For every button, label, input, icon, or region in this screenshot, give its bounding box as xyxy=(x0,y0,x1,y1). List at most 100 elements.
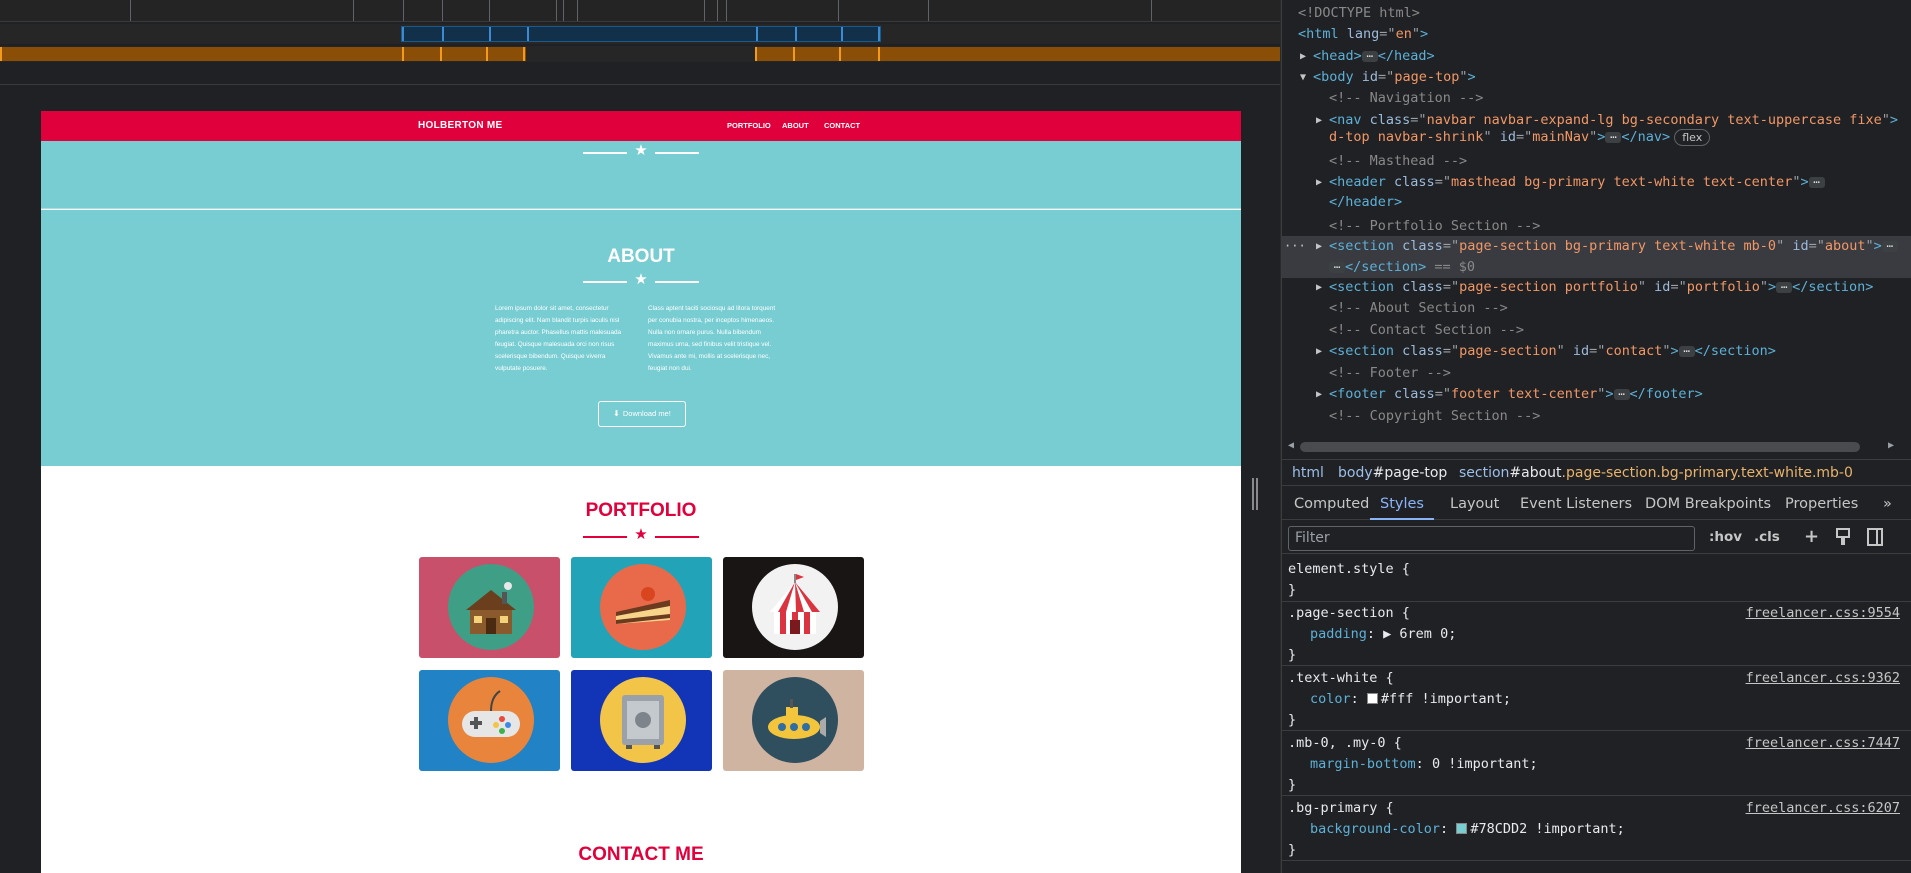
tree-node[interactable]: <!-- Navigation --> xyxy=(1282,88,1911,109)
new-rule-button[interactable]: + xyxy=(1804,526,1819,547)
collapsed-content-icon[interactable]: … xyxy=(1808,174,1825,188)
expand-caret-icon[interactable]: ▶ xyxy=(1316,172,1322,193)
segment-divider xyxy=(489,27,491,41)
collapsed-content-icon[interactable]: … xyxy=(1776,279,1793,293)
cls-toggle[interactable]: .cls xyxy=(1754,529,1780,545)
tree-node[interactable]: <html lang="en"> xyxy=(1282,24,1911,45)
download-button[interactable]: ⬇ Download me! xyxy=(598,401,686,427)
nav-link-portfolio[interactable]: PORTFOLIO xyxy=(727,121,771,130)
breadcrumb-item[interactable]: section#about.page-section.bg-primary.te… xyxy=(1459,460,1853,485)
rule-selector[interactable]: .text-white { xyxy=(1288,668,1394,688)
tab-computed[interactable]: Computed xyxy=(1294,490,1369,520)
scroll-left-icon[interactable]: ◀ xyxy=(1288,440,1294,451)
star-icon: ★ xyxy=(634,142,648,159)
rule-source-link[interactable]: freelancer.css:6207 xyxy=(1746,798,1900,818)
viewport-resize-handle[interactable] xyxy=(1252,478,1260,510)
rule-source-link[interactable]: freelancer.css:9554 xyxy=(1746,603,1900,623)
expand-caret-icon[interactable]: ▶ xyxy=(1316,341,1322,362)
media-query-segment[interactable] xyxy=(755,47,1280,61)
portfolio-item-game[interactable] xyxy=(419,670,560,771)
divider-line xyxy=(655,152,699,154)
tree-node[interactable]: ▼ <body id="page-top"> xyxy=(1282,67,1911,88)
collapsed-content-icon[interactable]: … xyxy=(1329,259,1345,273)
site-brand[interactable]: HOLBERTON ME xyxy=(418,120,503,131)
tree-node[interactable]: ▶ <head>… </head> xyxy=(1282,46,1911,67)
rule-selector[interactable]: .mb-0, .my-0 { xyxy=(1288,733,1402,753)
scrollbar-thumb[interactable] xyxy=(1300,442,1860,452)
collapsed-content-icon[interactable]: … xyxy=(1613,386,1630,400)
tree-node[interactable]: <!-- About Section --> xyxy=(1282,298,1911,319)
collapsed-content-icon[interactable]: … xyxy=(1678,343,1695,357)
tree-node[interactable]: ▶ <header class="masthead bg-primary text… xyxy=(1282,172,1911,193)
portfolio-item-circus[interactable] xyxy=(723,557,864,658)
expand-caret-icon[interactable]: ▼ xyxy=(1300,67,1306,88)
segment-divider xyxy=(402,47,404,61)
style-declaration[interactable]: margin-bottom: 0 !important; xyxy=(1310,754,1538,774)
tag-close-bracket: > xyxy=(1889,112,1898,128)
color-swatch-icon[interactable] xyxy=(1366,693,1378,704)
portfolio-item-submarine[interactable] xyxy=(723,670,864,771)
style-declaration[interactable]: background-color: #78CDD2 !important; xyxy=(1310,819,1625,839)
tree-node[interactable]: <!DOCTYPE html> xyxy=(1282,3,1911,24)
tab-properties[interactable]: Properties xyxy=(1785,490,1858,520)
tab-event-listeners[interactable]: Event Listeners xyxy=(1520,490,1632,520)
divider-line xyxy=(655,536,699,538)
tab-dom-breakpoints[interactable]: DOM Breakpoints xyxy=(1645,490,1771,520)
rule-close-brace: } xyxy=(1288,842,1297,858)
tab--[interactable]: » xyxy=(1883,490,1892,520)
ruler-tick xyxy=(704,0,705,21)
portfolio-item-safe[interactable] xyxy=(571,670,712,771)
about-section: ABOUT ★ Lorem ipsum dolor sit amet, cons… xyxy=(41,210,1241,466)
tab-styles[interactable]: Styles xyxy=(1370,490,1434,520)
media-query-segment[interactable] xyxy=(0,47,526,61)
style-rule: .mb-0, .my-0 { freelancer.css:7447 margin-… xyxy=(1282,730,1911,796)
tree-node[interactable]: <!-- Contact Section --> xyxy=(1282,320,1911,341)
segment-divider xyxy=(795,27,797,41)
collapsed-content-icon[interactable]: … xyxy=(1361,48,1378,62)
rule-source-link[interactable]: freelancer.css:7447 xyxy=(1746,733,1900,753)
horizontal-scrollbar[interactable]: ◀ ▶ xyxy=(1282,438,1911,454)
segment-divider xyxy=(839,47,841,61)
nav-link-contact[interactable]: CONTACT xyxy=(824,121,860,130)
rule-source-link[interactable]: freelancer.css:9362 xyxy=(1746,668,1900,688)
flex-badge[interactable]: flex xyxy=(1674,129,1711,146)
tree-node[interactable]: <!-- Copyright Section --> xyxy=(1282,406,1911,427)
star-icon: ★ xyxy=(634,526,648,543)
breadcrumb-item[interactable]: html xyxy=(1292,460,1324,485)
tag-open: <body xyxy=(1313,69,1354,85)
rule-selector[interactable]: .bg-primary { xyxy=(1288,798,1394,818)
portfolio-item-cake[interactable] xyxy=(571,557,712,658)
rule-selector[interactable]: element.style { xyxy=(1288,559,1410,579)
tree-node[interactable]: ▶ <footer class="footer text-center">… </f… xyxy=(1282,384,1911,405)
collapsed-content-icon[interactable]: … xyxy=(1881,238,1898,252)
portfolio-item-cabin[interactable] xyxy=(419,557,560,658)
tag-open: <nav xyxy=(1329,112,1362,128)
color-swatch-icon[interactable] xyxy=(1456,823,1468,834)
tree-node[interactable]: <!-- Portfolio Section --> xyxy=(1282,216,1911,237)
styles-filter-input[interactable]: Filter xyxy=(1288,526,1695,551)
rule-selector[interactable]: .page-section { xyxy=(1288,603,1410,623)
expand-caret-icon[interactable]: ▶ xyxy=(1300,46,1306,67)
collapsed-content-icon[interactable]: … xyxy=(1605,129,1622,143)
tree-node[interactable]: <!-- Footer --> xyxy=(1282,363,1911,384)
paint-brush-icon[interactable] xyxy=(1835,528,1851,550)
nav-link-about[interactable]: ABOUT xyxy=(782,121,809,130)
breadcrumb-item[interactable]: body#page-top xyxy=(1338,460,1447,485)
expand-caret-icon[interactable]: ▶ xyxy=(1316,236,1322,257)
attr-name: id xyxy=(1572,343,1590,359)
ruler-tick xyxy=(130,0,131,21)
media-query-segment[interactable] xyxy=(401,26,881,42)
style-declaration[interactable]: color: #fff !important; xyxy=(1310,689,1511,709)
scroll-right-icon[interactable]: ▶ xyxy=(1888,440,1894,451)
tree-node[interactable]: ▶ <section class="page-section" id="conta… xyxy=(1282,341,1911,362)
hov-toggle[interactable]: :hov xyxy=(1709,529,1742,545)
tab-layout[interactable]: Layout xyxy=(1450,490,1499,520)
tree-node[interactable]: ▶ <section class="page-section portfolio"… xyxy=(1282,277,1911,298)
toggle-sidebar-icon[interactable] xyxy=(1867,528,1883,550)
expand-caret-icon[interactable]: ▶ xyxy=(1316,384,1322,405)
tree-node[interactable]: ▶ <section class="page-section bg-primary… xyxy=(1282,236,1911,257)
style-declaration[interactable]: padding: ▶ 6rem 0; xyxy=(1310,624,1456,644)
node-actions-icon[interactable]: ··· xyxy=(1284,236,1306,257)
tree-node[interactable]: <!-- Masthead --> xyxy=(1282,151,1911,172)
expand-caret-icon[interactable]: ▶ xyxy=(1316,277,1322,298)
